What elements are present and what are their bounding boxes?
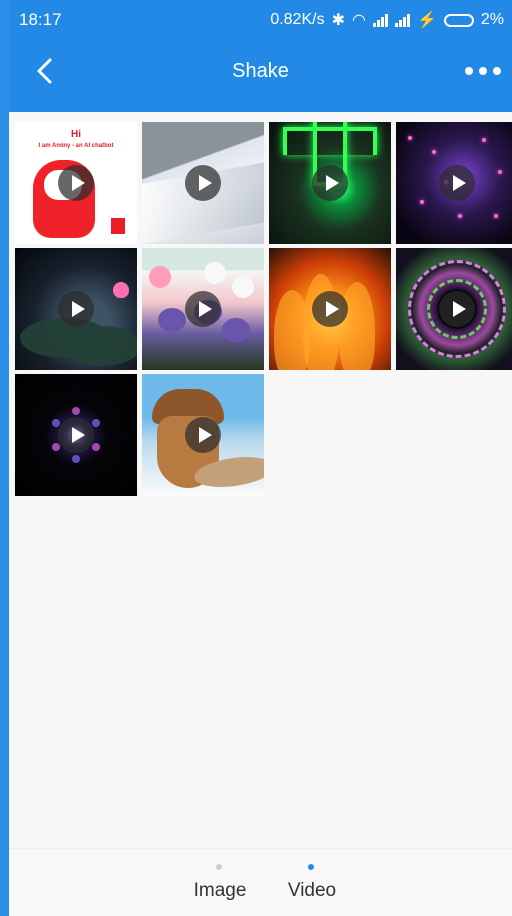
video-thumbnail[interactable] [396,122,512,244]
signal-icon [394,13,410,27]
charging-icon: ⚡ [416,12,437,29]
tab-video[interactable]: Video [267,849,357,916]
play-icon[interactable] [58,165,94,201]
battery-icon [443,13,474,27]
tab-indicator-dot [308,864,314,870]
tab-image[interactable]: Image [175,849,265,916]
video-thumbnail[interactable] [15,374,137,496]
play-icon[interactable] [185,291,221,327]
lotus-leaf [63,326,137,366]
more-horizontal-icon[interactable] [462,54,504,88]
bottom-tab-bar: Image Video [9,848,512,916]
video-thumbnail[interactable] [15,248,137,370]
page-title: Shake [232,60,289,82]
video-thumbnail[interactable] [269,248,391,370]
play-icon[interactable] [439,291,475,327]
signal-icon [372,13,388,27]
tab-image-label: Image [193,880,247,901]
video-thumbnail[interactable] [269,122,391,244]
battery-percent: 2% [480,11,504,28]
navigation-bar: Shake [9,42,512,102]
tab-video-label: Video [287,880,337,901]
video-thumbnail[interactable] [142,122,264,244]
wifi-icon: ◠ [351,12,366,29]
status-time: 18:17 [19,10,62,29]
thumbnail-title: Hi [71,129,81,140]
status-bar: 18:17 0.82K/s ✱ ◠ ⚡ 2% [9,0,512,40]
network-speed: 0.82K/s [270,11,325,28]
play-icon[interactable] [58,291,94,327]
play-icon[interactable] [312,291,348,327]
play-icon[interactable] [185,417,221,453]
video-thumbnail[interactable] [142,374,264,496]
play-icon[interactable] [58,417,94,453]
video-thumbnail[interactable] [142,248,264,370]
lotus-flower [113,282,129,298]
thumbnail-caption: I am Aminy - an AI chatbot [38,143,114,149]
tab-indicator-dot [216,864,222,870]
app-logo [111,218,125,234]
phone-screen: 18:17 0.82K/s ✱ ◠ ⚡ 2% Shake Hi I am Ami… [0,0,512,916]
app-header: 18:17 0.82K/s ✱ ◠ ⚡ 2% Shake [9,0,512,112]
video-thumbnail[interactable] [396,248,512,370]
status-icons: 0.82K/s ✱ ◠ ⚡ 2% [270,10,504,30]
play-icon[interactable] [439,165,475,201]
play-icon[interactable] [185,165,221,201]
video-thumbnail[interactable]: Hi I am Aminy - an AI chatbot [15,122,137,244]
bluetooth-icon: ✱ [331,12,345,29]
play-icon[interactable] [312,165,348,201]
